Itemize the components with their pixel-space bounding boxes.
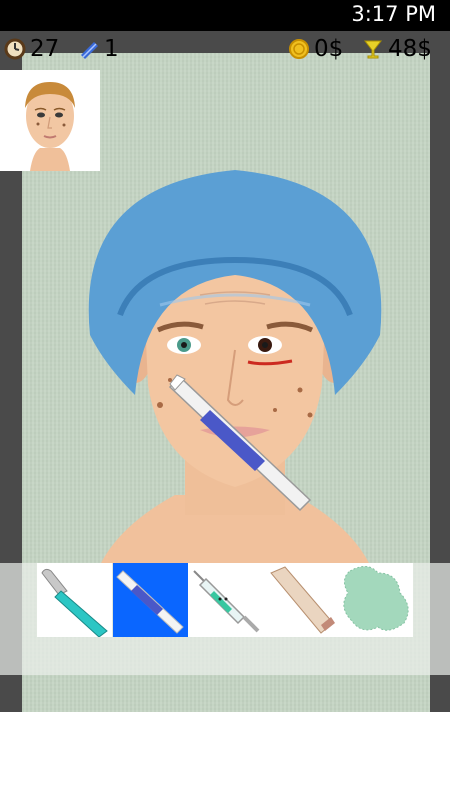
hud-bar: 27 1 0$ 48$ bbox=[0, 31, 450, 71]
bottom-blank-area bbox=[0, 712, 450, 800]
timer-value: 27 bbox=[30, 36, 60, 62]
coin-value: 0$ bbox=[314, 36, 344, 62]
timer: 27 bbox=[4, 36, 59, 62]
scalpel-icon bbox=[41, 568, 108, 637]
ointment-tube-icon bbox=[270, 566, 335, 634]
status-time: 3:17 PM bbox=[351, 2, 436, 26]
patient-goal-portrait bbox=[0, 70, 100, 171]
laser-pen-icon bbox=[116, 570, 184, 634]
trophy-icon bbox=[363, 40, 383, 59]
patient-face[interactable] bbox=[60, 165, 410, 565]
bandage-count: 1 bbox=[104, 36, 119, 62]
reward-value: 48$ bbox=[388, 36, 432, 62]
tool-ointment-tube[interactable] bbox=[263, 563, 338, 637]
patient-portrait-face bbox=[25, 82, 75, 171]
syringe-icon bbox=[193, 570, 260, 633]
tool-scalpel[interactable] bbox=[37, 563, 112, 637]
clock-icon bbox=[4, 38, 26, 60]
coin-icon bbox=[289, 39, 309, 59]
bandage-counter: 1 bbox=[78, 36, 119, 62]
tool-syringe[interactable] bbox=[188, 563, 263, 637]
status-bar: 3:17 PM bbox=[0, 0, 450, 31]
tool-gauze-patch[interactable] bbox=[338, 563, 413, 637]
tool-laser-pen[interactable] bbox=[113, 563, 188, 637]
reward-counter: 48$ bbox=[362, 36, 432, 62]
gauze-patch-icon bbox=[343, 566, 409, 631]
coin-counter: 0$ bbox=[288, 36, 343, 62]
bandage-icon bbox=[81, 42, 98, 59]
